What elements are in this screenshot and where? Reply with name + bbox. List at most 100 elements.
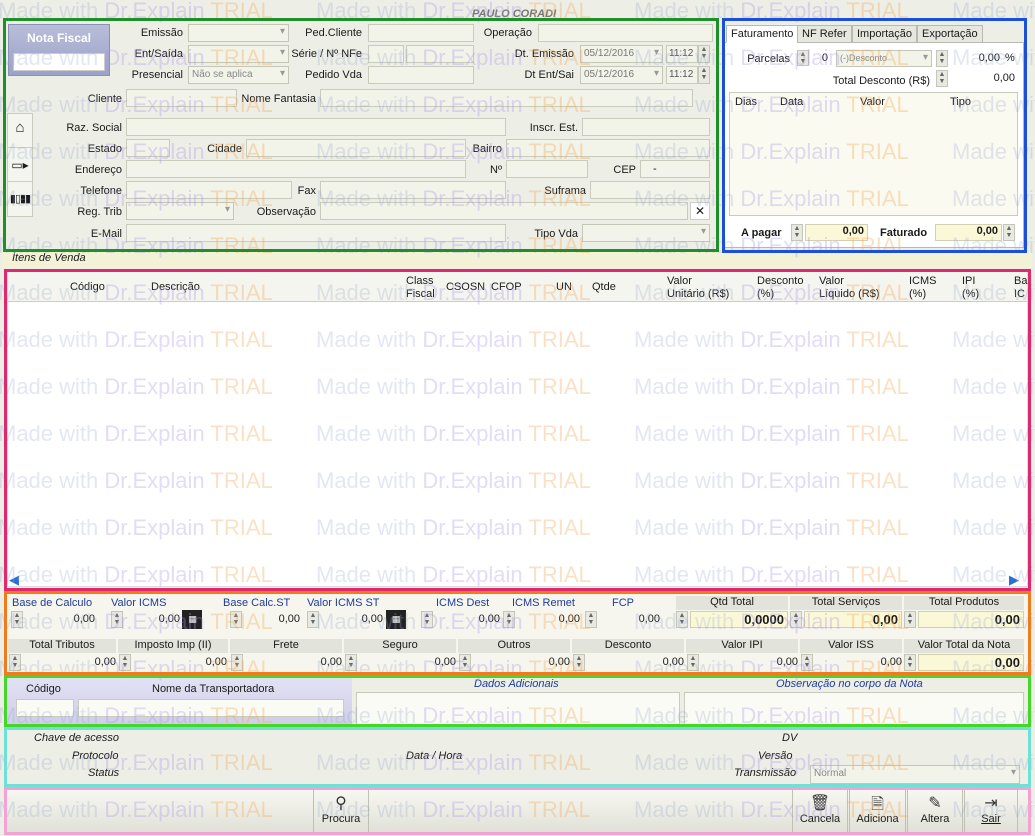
- dt-emissao-date[interactable]: 05/12/2016: [580, 45, 663, 63]
- icms-remet-spinner[interactable]: ▲ ▼: [503, 611, 515, 628]
- cidade-input[interactable]: [246, 139, 466, 157]
- clear-observacao-button[interactable]: ✕: [690, 202, 710, 220]
- desconto-select[interactable]: (-)Desconto: [836, 50, 932, 67]
- tab-importacao[interactable]: Importação: [852, 25, 918, 43]
- altera-button[interactable]: ✎ Altera: [907, 790, 963, 832]
- numero-input[interactable]: [506, 160, 588, 178]
- icms-remet-value[interactable]: 0,00: [530, 613, 580, 625]
- operacao-input[interactable]: [538, 24, 713, 42]
- calc-icms-st-grid-icon[interactable]: ▦: [386, 610, 406, 629]
- dt-ent-sai-date[interactable]: 05/12/2016: [580, 66, 663, 84]
- faturado-value[interactable]: 0,00: [935, 224, 1002, 241]
- tab-faturamento[interactable]: Faturamento: [726, 25, 799, 43]
- fcp-spinner[interactable]: ▲ ▼: [585, 611, 597, 628]
- presencial-select[interactable]: Não se aplica: [188, 66, 289, 84]
- reg-trib-select[interactable]: [126, 202, 234, 220]
- total-tributos-value[interactable]: 0,00: [40, 656, 116, 668]
- barcode-icon[interactable]: ▮▯▮▮: [8, 182, 32, 216]
- nfe-number-input[interactable]: [406, 45, 474, 63]
- procura-button[interactable]: ⚲ Procura: [313, 790, 369, 832]
- a-pagar-spinner[interactable]: ▲ ▼: [791, 224, 803, 241]
- dt-emissao-time-spinner[interactable]: ▲ ▼: [698, 45, 710, 63]
- truck-icon[interactable]: ▭▸: [8, 148, 32, 182]
- nota-fiscal-number-field[interactable]: [13, 53, 105, 71]
- total-tributos-spinner[interactable]: ▲ ▼: [9, 654, 21, 671]
- codigo-transp-input[interactable]: [16, 699, 74, 717]
- imposto-imp-spinner[interactable]: ▲ ▼: [119, 654, 131, 671]
- endereco-input[interactable]: [126, 160, 466, 178]
- parcelas-grid[interactable]: [729, 92, 1018, 216]
- base-calculo-value[interactable]: 0,00: [40, 613, 95, 625]
- total-desconto-value[interactable]: 0,00: [950, 72, 1015, 84]
- nome-transp-input[interactable]: [78, 699, 344, 717]
- observacao-input[interactable]: [320, 202, 688, 220]
- raz-social-input[interactable]: [126, 118, 506, 136]
- scroll-right-icon[interactable]: ▶: [1009, 573, 1023, 587]
- valor-icms-st-value[interactable]: 0,00: [330, 613, 383, 625]
- valor-iss-value[interactable]: 0,00: [822, 656, 902, 668]
- scroll-left-icon[interactable]: ◀: [9, 573, 23, 587]
- valor-ipi-spinner[interactable]: ▲ ▼: [687, 654, 699, 671]
- suframa-input[interactable]: [590, 181, 710, 199]
- itens-grid[interactable]: [7, 271, 1028, 587]
- inscr-est-input[interactable]: [582, 118, 710, 136]
- cep-input[interactable]: -: [640, 160, 710, 178]
- desconto-total-spinner[interactable]: ▲ ▼: [573, 654, 585, 671]
- valor-icms-value[interactable]: 0,00: [130, 613, 180, 625]
- email-input[interactable]: [126, 224, 506, 242]
- cliente-input[interactable]: [126, 89, 237, 107]
- total-servicos-spinner[interactable]: ▲ ▼: [790, 611, 802, 628]
- total-produtos-value[interactable]: 0,00: [918, 611, 1024, 628]
- total-servicos-value[interactable]: 0,00: [804, 611, 902, 628]
- outros-value[interactable]: 0,00: [490, 656, 570, 668]
- calc-icms-grid-icon[interactable]: ▦: [182, 610, 202, 629]
- parcelas-spinner[interactable]: ▲ ▼: [797, 50, 809, 66]
- valor-icms-spinner[interactable]: ▲ ▼: [111, 611, 123, 628]
- dt-emissao-time[interactable]: 11:12: [666, 45, 698, 63]
- valor-total-nota-value[interactable]: 0,00: [918, 654, 1024, 671]
- sair-button[interactable]: ⇥ Sair: [964, 790, 1018, 832]
- fax-input[interactable]: [320, 181, 506, 199]
- faturado-spinner[interactable]: ▲ ▼: [1003, 224, 1015, 241]
- adiciona-button[interactable]: 🗎 Adiciona: [849, 790, 906, 832]
- cancela-button[interactable]: 🗑 Cancela: [792, 790, 848, 832]
- seguro-value[interactable]: 0,00: [376, 656, 456, 668]
- a-pagar-value[interactable]: 0,00: [805, 224, 868, 241]
- valor-total-nota-spinner[interactable]: ▲ ▼: [904, 654, 916, 671]
- pct-spinner[interactable]: ▲ ▼: [936, 50, 948, 67]
- transmissao-select[interactable]: Normal: [810, 765, 1020, 784]
- emissao-select[interactable]: [188, 24, 289, 42]
- estado-input[interactable]: [126, 139, 170, 157]
- dt-ent-sai-time[interactable]: 11:12: [666, 66, 698, 84]
- icms-dest-spinner[interactable]: ▲ ▼: [421, 611, 433, 628]
- frete-spinner[interactable]: ▲ ▼: [231, 654, 243, 671]
- home-icon[interactable]: ⌂: [8, 114, 32, 148]
- frete-value[interactable]: 0,00: [262, 656, 342, 668]
- seguro-spinner[interactable]: ▲ ▼: [345, 654, 357, 671]
- dt-ent-sai-time-spinner[interactable]: ▲ ▼: [698, 66, 710, 84]
- qtd-total-value[interactable]: 0,0000: [690, 611, 788, 628]
- tab-exportacao[interactable]: Exportação: [917, 25, 983, 43]
- obs-corpo-input[interactable]: [684, 692, 1024, 725]
- total-produtos-spinner[interactable]: ▲ ▼: [904, 611, 916, 628]
- parcelas-value[interactable]: 0: [812, 52, 828, 64]
- valor-ipi-value[interactable]: 0,00: [718, 656, 798, 668]
- valor-iss-spinner[interactable]: ▲ ▼: [801, 654, 813, 671]
- pct-value[interactable]: 0,00: [950, 52, 1000, 64]
- ent-saida-select[interactable]: [188, 45, 289, 63]
- nome-fantasia-input[interactable]: [320, 89, 693, 107]
- desconto-total-value[interactable]: 0,00: [604, 656, 684, 668]
- base-calculo-spinner[interactable]: ▲ ▼: [11, 611, 23, 628]
- serie-input[interactable]: [368, 45, 404, 63]
- pedido-vda-input[interactable]: [368, 66, 474, 84]
- ped-cliente-input[interactable]: [368, 24, 474, 42]
- valor-icms-st-spinner[interactable]: ▲ ▼: [307, 611, 319, 628]
- tab-nf-refer[interactable]: NF Refer: [797, 25, 852, 43]
- total-desconto-spinner[interactable]: ▲ ▼: [936, 70, 948, 87]
- base-calc-st-value[interactable]: 0,00: [250, 613, 300, 625]
- icms-dest-value[interactable]: 0,00: [450, 613, 500, 625]
- outros-spinner[interactable]: ▲ ▼: [459, 654, 471, 671]
- fcp-value[interactable]: 0,00: [610, 613, 660, 625]
- qtd-total-spinner[interactable]: ▲ ▼: [676, 611, 688, 628]
- bairro-input[interactable]: [506, 139, 710, 157]
